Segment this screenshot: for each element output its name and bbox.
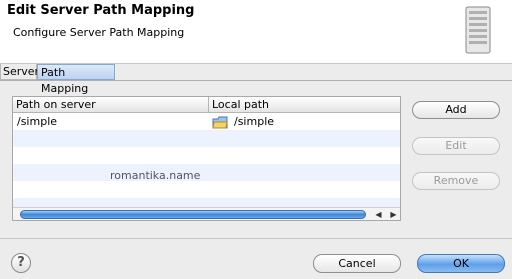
dialog-subtitle: Configure Server Path Mapping	[13, 26, 185, 39]
footer-divider	[0, 238, 512, 239]
help-icon[interactable]: ?	[11, 253, 31, 273]
empty-row	[13, 164, 400, 181]
empty-row	[13, 130, 400, 147]
cancel-button[interactable]: Cancel	[313, 254, 401, 273]
ok-button[interactable]: OK	[417, 254, 505, 273]
path-on-server-cell: /simple	[17, 115, 58, 128]
local-path-text: /simple	[234, 115, 275, 128]
horizontal-scrollbar[interactable]: ◀ ▶	[13, 207, 400, 220]
tab-divider	[0, 80, 512, 81]
tab-path-mapping[interactable]: Path Mapping	[37, 64, 115, 95]
table-header: Path on server Local path	[13, 97, 400, 113]
server-icon	[465, 6, 491, 54]
scrollbar-thumb[interactable]	[20, 210, 366, 219]
watermark-text: romantika.name	[110, 169, 201, 182]
column-header-path-on-server[interactable]: Path on server	[13, 97, 209, 112]
dialog-header: Edit Server Path Mapping Configure Serve…	[0, 0, 512, 64]
scroll-right-arrow-icon[interactable]: ▶	[387, 208, 400, 220]
scroll-left-arrow-icon[interactable]: ◀	[372, 208, 385, 220]
remove-button[interactable]: Remove	[412, 172, 500, 190]
edit-button[interactable]: Edit	[412, 137, 500, 155]
empty-row	[13, 147, 400, 164]
add-button[interactable]: Add	[412, 101, 500, 119]
path-mapping-table[interactable]: Path on server Local path /simple /simpl…	[12, 96, 401, 221]
empty-row	[13, 181, 400, 198]
tab-server[interactable]: Server	[0, 64, 39, 80]
local-path-cell: /simple	[212, 113, 274, 130]
dialog-title: Edit Server Path Mapping	[7, 3, 195, 18]
column-header-local-path[interactable]: Local path	[209, 97, 400, 112]
folder-icon	[212, 116, 228, 128]
table-row[interactable]: /simple /simple	[13, 113, 400, 130]
